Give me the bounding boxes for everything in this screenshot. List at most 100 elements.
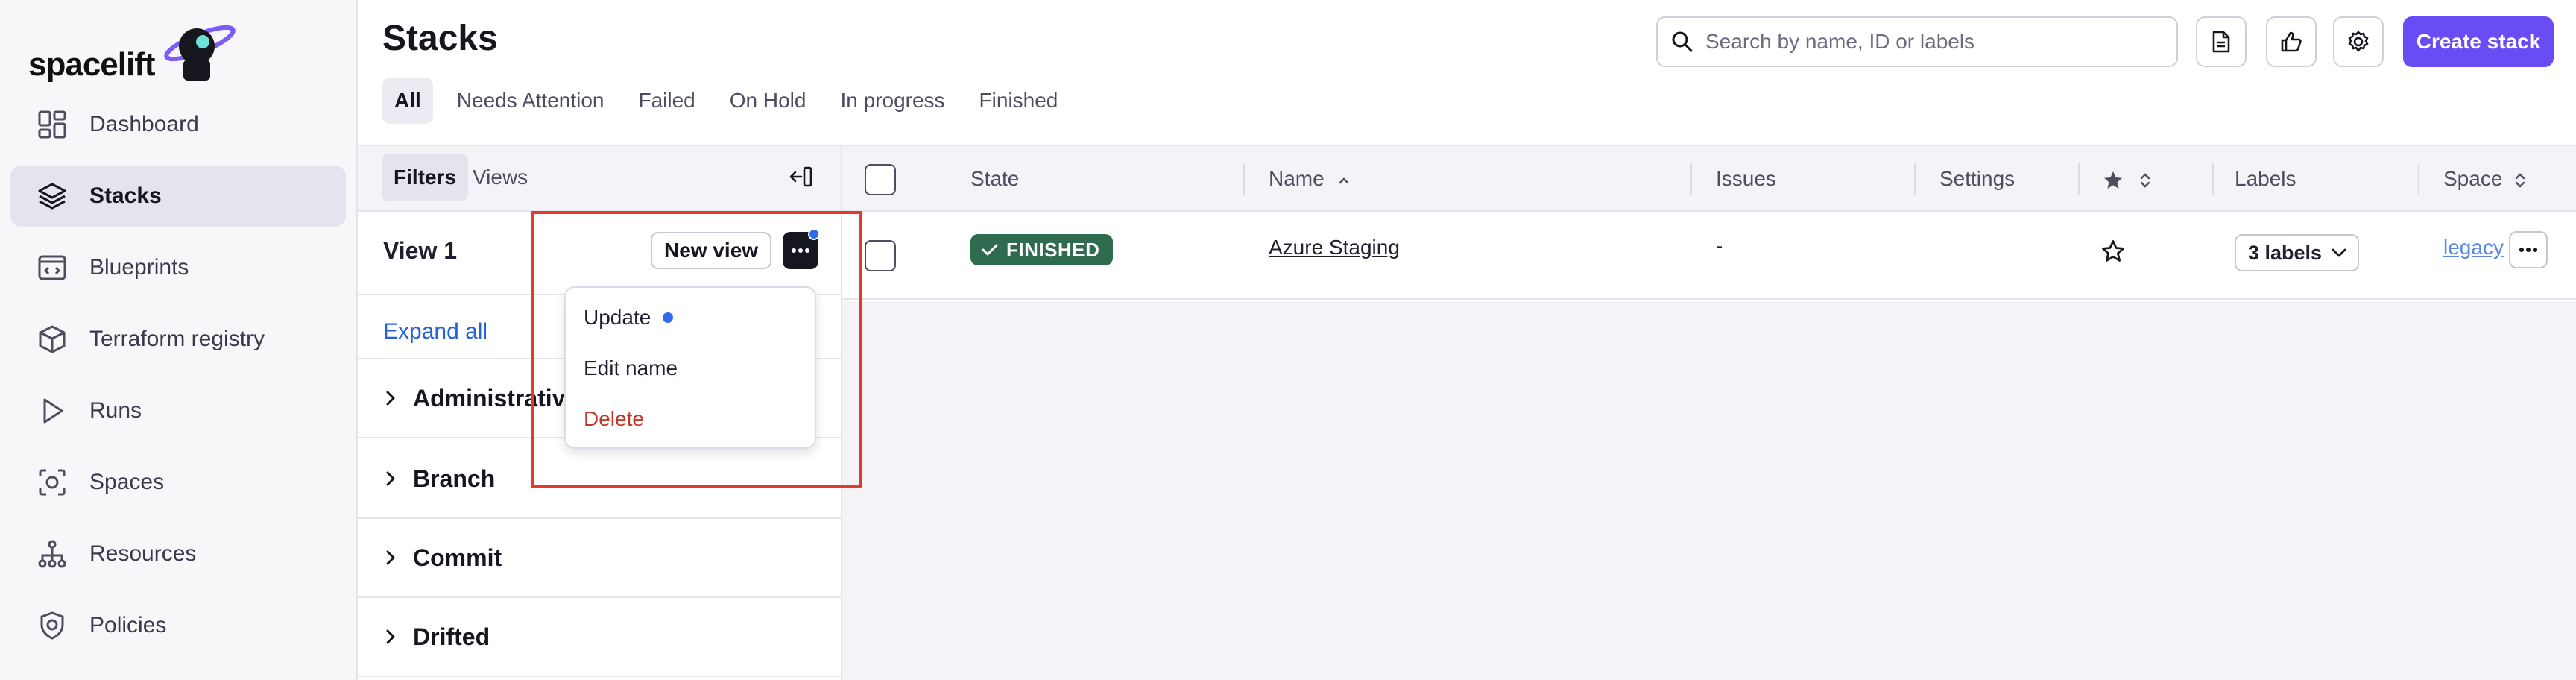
shield-icon — [36, 609, 69, 642]
star-outline-icon[interactable] — [2100, 239, 2126, 264]
ellipsis-icon — [2519, 248, 2537, 252]
sidebar-item-resources[interactable]: Resources — [10, 523, 346, 585]
column-resizer[interactable] — [1690, 163, 1692, 195]
tab-failed[interactable]: Failed — [622, 78, 711, 124]
collapse-panel-icon[interactable] — [789, 164, 814, 189]
create-stack-button[interactable]: Create stack — [2403, 16, 2554, 67]
column-resizer[interactable] — [2078, 163, 2080, 195]
status-tabs: All Needs Attention Failed On Hold In pr… — [382, 78, 1076, 124]
astronaut-logo-icon — [164, 25, 236, 81]
table-row[interactable]: FINISHED Azure Staging - 3 labels legacy — [842, 212, 2576, 300]
column-name-label: Name — [1269, 167, 1325, 190]
status-badge-label: FINISHED — [1006, 238, 1100, 261]
sidebar-item-stacks[interactable]: Stacks — [10, 166, 346, 227]
select-all-checkbox[interactable] — [865, 164, 896, 195]
stack-name-link[interactable]: Azure Staging — [1269, 236, 1400, 259]
tab-filters[interactable]: Filters — [382, 154, 469, 201]
sidebar-item-runs[interactable]: Runs — [10, 380, 346, 441]
sidebar-nav: Dashboard Stacks Blueprints Terraform re… — [10, 94, 346, 667]
sidebar-item-terraform-registry[interactable]: Terraform registry — [10, 309, 346, 370]
row-checkbox[interactable] — [865, 240, 896, 271]
column-labels[interactable]: Labels — [2235, 146, 2296, 212]
tab-views[interactable]: Views — [461, 154, 540, 201]
chevron-right-icon — [386, 391, 395, 406]
settings-button[interactable] — [2333, 16, 2384, 67]
hierarchy-icon — [36, 538, 69, 570]
filter-group-label: Drifted — [413, 623, 490, 650]
column-settings[interactable]: Settings — [1939, 146, 2015, 212]
sidebar: spacelift Dashboard Stacks Blueprints Te… — [0, 0, 358, 680]
sidebar-item-label: Stacks — [89, 183, 162, 208]
column-issues[interactable]: Issues — [1716, 146, 1776, 212]
tab-in-progress[interactable]: In progress — [824, 78, 961, 124]
chevron-right-icon — [386, 629, 395, 644]
column-name[interactable]: Name — [1269, 146, 1351, 212]
search-box[interactable] — [1656, 16, 2178, 67]
table-empty-area — [842, 301, 2576, 680]
cube-icon — [36, 323, 69, 356]
sidebar-item-label: Terraform registry — [89, 327, 265, 351]
row-actions-button[interactable] — [2509, 231, 2548, 268]
tab-finished[interactable]: Finished — [963, 78, 1075, 124]
dashboard-icon — [36, 108, 69, 141]
sort-ascending-icon — [1339, 177, 1349, 184]
gear-icon — [2348, 31, 2369, 52]
tab-needs-attention[interactable]: Needs Attention — [441, 78, 621, 124]
sidebar-item-label: Resources — [89, 541, 197, 566]
blueprint-icon — [36, 251, 69, 284]
search-input[interactable] — [1705, 30, 2153, 54]
document-icon — [2212, 31, 2230, 53]
filter-group-label: Commit — [413, 544, 502, 571]
filter-group-label: Branch — [413, 465, 496, 492]
expand-all-link[interactable]: Expand all — [383, 319, 487, 344]
tab-all[interactable]: All — [382, 78, 433, 124]
sidebar-item-spaces[interactable]: Spaces — [10, 452, 346, 513]
highlight-annotation-box — [531, 211, 862, 488]
check-icon — [982, 244, 998, 256]
column-resizer[interactable] — [1914, 163, 1916, 195]
documentation-button[interactable] — [2196, 16, 2247, 67]
column-resizer[interactable] — [2212, 163, 2214, 195]
sidebar-item-dashboard[interactable]: Dashboard — [10, 94, 346, 155]
tab-on-hold[interactable]: On Hold — [713, 78, 823, 124]
filter-group-drifted[interactable]: Drifted — [358, 598, 841, 677]
view-name: View 1 — [383, 237, 458, 264]
filter-group-commit[interactable]: Commit — [358, 519, 841, 598]
labels-dropdown[interactable]: 3 labels — [2235, 234, 2360, 271]
issues-value: - — [1716, 234, 1723, 257]
sidebar-item-label: Policies — [89, 613, 167, 638]
chevron-down-icon — [2332, 248, 2346, 257]
chevron-right-icon — [386, 550, 395, 565]
feedback-button[interactable] — [2266, 16, 2317, 67]
sidebar-item-label: Blueprints — [89, 255, 189, 280]
column-resizer[interactable] — [2418, 163, 2419, 195]
space-icon — [36, 466, 69, 499]
column-starred[interactable] — [2102, 146, 2151, 212]
column-space[interactable]: Space — [2443, 146, 2526, 212]
logo-text: spacelift — [28, 46, 156, 83]
thumbs-up-icon — [2281, 31, 2302, 52]
sidebar-item-label: Dashboard — [89, 112, 199, 136]
column-space-label: Space — [2443, 167, 2503, 190]
sort-icon — [2140, 172, 2150, 188]
space-link[interactable]: legacy — [2443, 236, 2504, 259]
column-state[interactable]: State — [970, 146, 1019, 212]
sort-icon — [2515, 172, 2525, 188]
search-icon — [1672, 31, 1693, 52]
sidebar-item-label: Runs — [89, 398, 142, 423]
sidebar-item-policies[interactable]: Policies — [10, 595, 346, 656]
status-badge: FINISHED — [970, 234, 1114, 265]
star-filled-icon — [2104, 171, 2122, 189]
filter-panel-header: Filters Views — [358, 146, 841, 212]
labels-dropdown-label: 3 labels — [2248, 241, 2323, 264]
play-icon — [36, 394, 69, 427]
chevron-right-icon — [386, 471, 395, 486]
table-header: State Name Issues Settings Labels Space — [842, 146, 2576, 212]
column-resizer[interactable] — [1243, 163, 1245, 195]
sidebar-item-blueprints[interactable]: Blueprints — [10, 237, 346, 298]
layers-icon — [36, 180, 69, 212]
spacelift-logo[interactable]: spacelift — [28, 16, 236, 84]
page-title: Stacks — [382, 19, 498, 58]
stacks-table: State Name Issues Settings Labels Space … — [842, 146, 2576, 300]
sidebar-item-label: Spaces — [89, 470, 165, 494]
